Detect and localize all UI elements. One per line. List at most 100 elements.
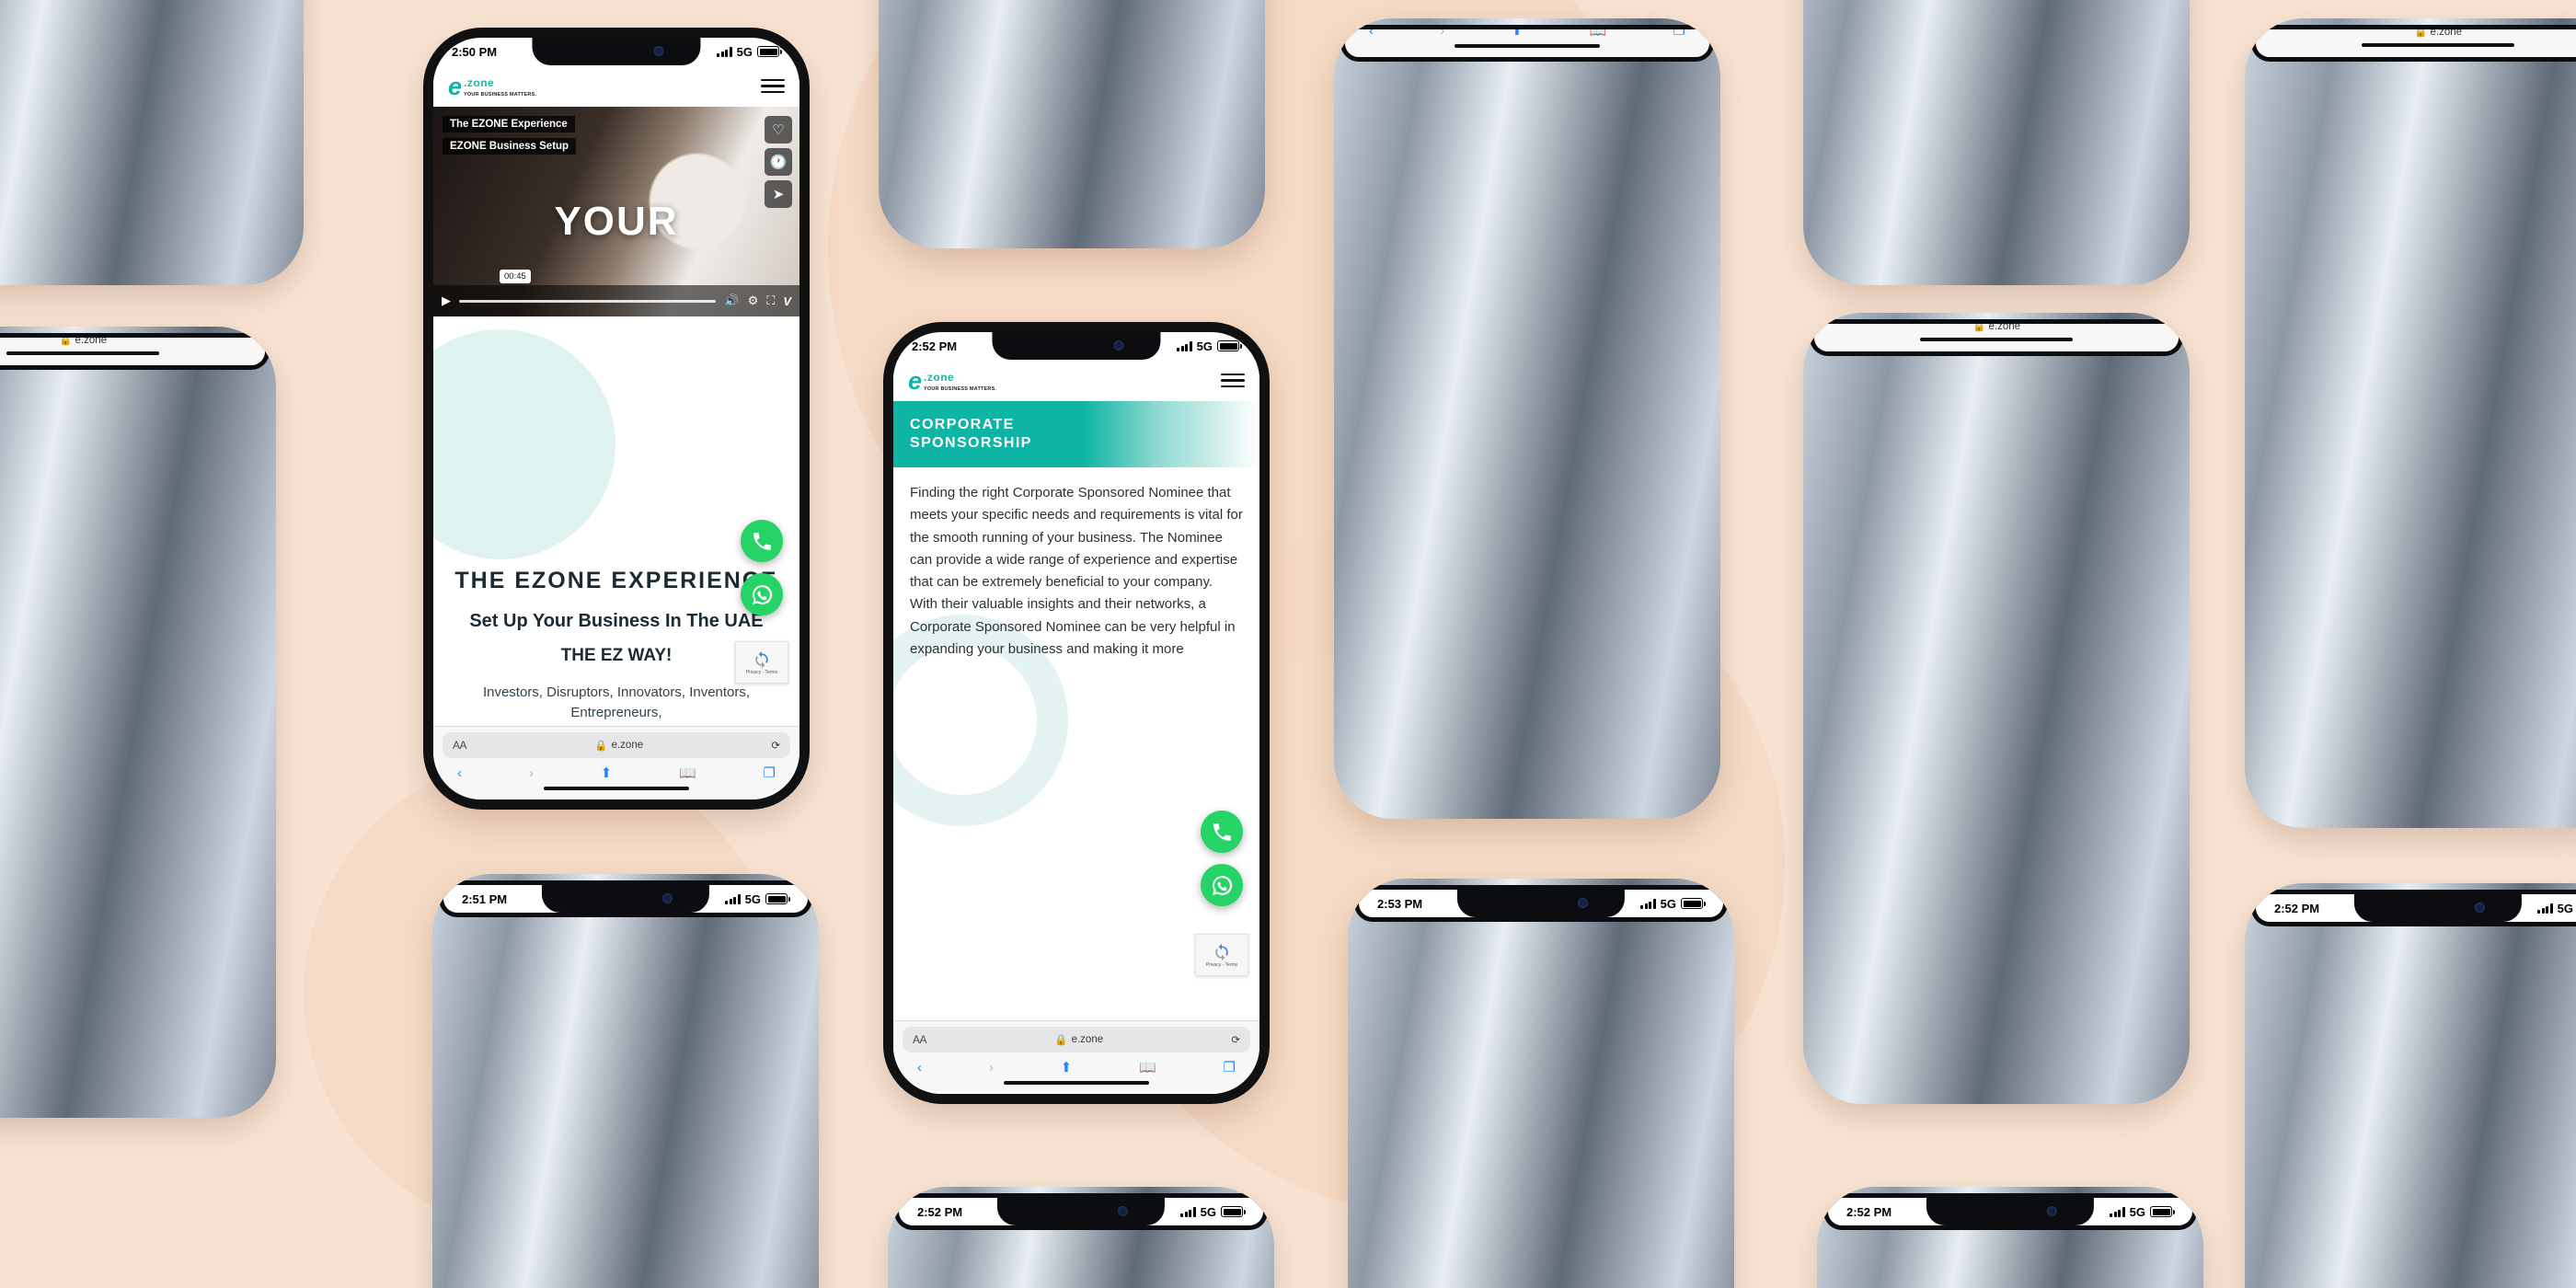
- status-bar: 2:52 PM 5G: [1828, 1198, 2192, 1225]
- home-indicator: [1919, 338, 2074, 341]
- signal-icon: [2110, 1206, 2125, 1217]
- safari-mini-bar: 🔒 e.zone: [2256, 29, 2576, 57]
- watch-later-icon[interactable]: 🕐: [765, 148, 792, 176]
- safari-mini-bar: 🔒 e.zone: [1814, 324, 2179, 351]
- lock-icon: 🔒: [1054, 1035, 1068, 1046]
- play-icon[interactable]: ▶: [442, 293, 451, 308]
- network-label: 5G: [1660, 896, 1676, 911]
- video-timestamp: 00:45: [500, 270, 531, 283]
- logo-tagline: YOUR BUSINESS MATTERS.: [924, 386, 997, 392]
- signal-icon: [1180, 1206, 1196, 1217]
- status-time: 2:50 PM: [452, 44, 498, 59]
- text-size-button[interactable]: AA: [913, 1033, 927, 1046]
- phone-trust: Trust We work closely with our clients a…: [1803, 0, 2190, 285]
- phone-contact-form: 2:53 PM 5G Name Contact Number E-mail Ad…: [1348, 879, 1734, 1288]
- phone-corporate-sponsorship: 2:52 PM 5G e .zone YOUR BUSINESS MATTERS…: [883, 322, 1270, 1104]
- logo-mark: e: [448, 73, 462, 101]
- bookmarks-icon[interactable]: 📖: [1590, 29, 1607, 39]
- phone-ez-cost-calculator: 2:52 PM 5G EZ COST CALCULATOR Any Licens…: [2245, 18, 2576, 828]
- safari-mini-bar: 🔒 e.zone: [0, 338, 265, 365]
- phone-news-updates: 2:52 PM 5G NEWS & UPDATES Quick Links Ma…: [2245, 883, 2576, 1288]
- status-bar: 2:51 PM 5G: [443, 885, 808, 913]
- whatsapp-fab[interactable]: [1201, 864, 1243, 906]
- battery-icon: [765, 893, 790, 904]
- menu-button[interactable]: [761, 78, 785, 94]
- site-header: e .zone YOUR BUSINESS MATTERS.: [433, 65, 799, 107]
- experience-heading: THE EZONE EXPERIENCE: [454, 568, 778, 593]
- signal-icon: [1640, 898, 1656, 909]
- vimeo-icon[interactable]: V: [783, 294, 791, 308]
- safari-toolbar: AA 🔒e.zone ⟳ ‹ › ⬆ 📖 ❐: [433, 726, 799, 799]
- network-label: 5G: [2557, 901, 2573, 915]
- back-icon[interactable]: ‹: [457, 765, 462, 781]
- lock-icon: 🔒: [594, 741, 608, 752]
- phone-talk-to-us: 2:53 PM 5G TALK TO US Let our experts at…: [0, 327, 276, 1118]
- phone-dubai-eye: Dubai Eye 103.8 Interview WHERE BEAUTY P…: [879, 0, 1265, 248]
- tabs-icon[interactable]: ❐: [1673, 29, 1685, 39]
- forward-icon[interactable]: ›: [1440, 29, 1444, 39]
- back-icon[interactable]: ‹: [1369, 29, 1374, 39]
- video-player[interactable]: The EZONE Experience EZONE Business Setu…: [433, 107, 799, 316]
- status-time: 2:52 PM: [917, 1204, 963, 1219]
- reload-icon[interactable]: ⟳: [1231, 1033, 1240, 1046]
- url-host: e.zone: [1071, 1034, 1104, 1045]
- menu-button[interactable]: [1221, 373, 1245, 388]
- signal-icon: [717, 46, 732, 57]
- logo-zone: .zone: [924, 371, 955, 384]
- share-icon[interactable]: ⬆: [1061, 1059, 1073, 1075]
- recaptcha-badge: Privacy - Terms: [1195, 934, 1248, 976]
- call-fab[interactable]: [1201, 811, 1243, 853]
- ezone-logo[interactable]: e .zone YOUR BUSINESS MATTERS.: [448, 73, 536, 101]
- video-subtitle: EZONE Business Setup: [443, 138, 577, 155]
- forward-icon[interactable]: ›: [529, 765, 534, 781]
- video-controls[interactable]: ▶ 🔊 ⚙ ⛶ V: [433, 285, 799, 316]
- network-label: 5G: [1196, 339, 1213, 353]
- reload-icon[interactable]: ⟳: [771, 739, 780, 752]
- video-title: The EZONE Experience: [443, 116, 575, 132]
- recaptcha-label: Privacy - Terms: [1205, 961, 1238, 968]
- signal-icon: [725, 893, 741, 904]
- recaptcha-label: Privacy - Terms: [745, 669, 778, 675]
- home-indicator: [2361, 43, 2515, 47]
- recaptcha-badge: Privacy - Terms: [735, 641, 788, 684]
- home-indicator: [1003, 1081, 1150, 1085]
- progress-bar[interactable]: [459, 299, 717, 303]
- ezone-logo[interactable]: e .zone YOUR BUSINESS MATTERS.: [908, 369, 997, 394]
- home-indicator: [1455, 44, 1600, 48]
- tabs-icon[interactable]: ❐: [1224, 1059, 1236, 1075]
- like-icon[interactable]: ♡: [765, 116, 792, 144]
- tabs-icon[interactable]: ❐: [764, 765, 776, 781]
- video-overlay-word: YOUR: [554, 199, 679, 245]
- call-fab[interactable]: [741, 520, 783, 562]
- corporate-body: Finding the right Corporate Sponsored No…: [910, 485, 1243, 658]
- back-icon[interactable]: ‹: [917, 1060, 922, 1075]
- phone-bottom-middle: 2:52 PM 5G e .zone YOUR BUSINESS MATTERS…: [888, 1187, 1274, 1288]
- signal-icon: [2537, 903, 2553, 914]
- text-size-button[interactable]: AA: [453, 739, 467, 752]
- volume-icon[interactable]: 🔊: [724, 293, 739, 308]
- network-label: 5G: [736, 44, 753, 59]
- fullscreen-icon[interactable]: ⛶: [766, 293, 775, 308]
- settings-icon[interactable]: ⚙: [748, 293, 759, 308]
- url-host: e.zone: [1988, 324, 2021, 332]
- address-bar[interactable]: AA 🔒 e.zone ⟳: [443, 732, 790, 758]
- lock-icon: 🔒: [1972, 324, 1986, 332]
- safari-tools: ‹ › ⬆ 📖 ❐: [1354, 29, 1700, 40]
- share-icon[interactable]: ⬆: [1512, 29, 1524, 39]
- experience-paragraph: Investors, Disruptors, Innovators, Inven…: [482, 684, 751, 721]
- forward-icon[interactable]: ›: [989, 1060, 994, 1075]
- phone-site-footer: 2:50 PM 5G Submit e YOUR BUSINESS MATTER…: [1803, 313, 2190, 1104]
- experience-subheading: Set Up Your Business In The UAE: [469, 610, 764, 631]
- whatsapp-fab[interactable]: [741, 573, 783, 615]
- phone-mainland: 2:51 PM 5G e .zone YOUR BUSINESS MATTERS…: [1334, 18, 1720, 819]
- share-icon[interactable]: ➤: [765, 180, 792, 208]
- phone-ezone-experience: 2:50 PM 5G e .zone YOUR BUSINESS MATTERS…: [423, 28, 810, 810]
- corporate-banner: CORPORATE SPONSORSHIP: [893, 401, 1259, 467]
- address-bar[interactable]: AA 🔒 e.zone ⟳: [903, 1027, 1250, 1052]
- battery-icon: [1221, 1206, 1246, 1217]
- battery-icon: [1681, 898, 1706, 909]
- share-icon[interactable]: ⬆: [601, 765, 613, 781]
- bookmarks-icon[interactable]: 📖: [1139, 1059, 1156, 1075]
- bookmarks-icon[interactable]: 📖: [679, 765, 696, 781]
- status-time: 2:52 PM: [2274, 901, 2320, 915]
